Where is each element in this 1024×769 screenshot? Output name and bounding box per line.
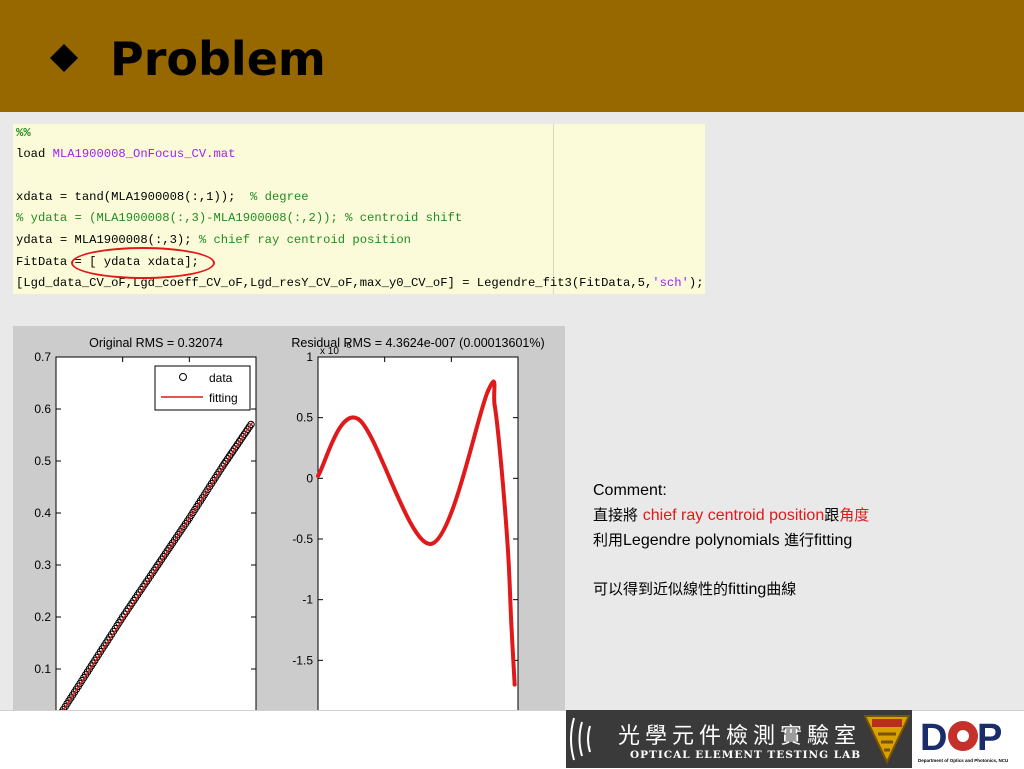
- dop-logo: DOP: [918, 713, 1014, 757]
- residual-plot-area: [317, 356, 519, 722]
- code-line-3: xdata = tand(MLA1900008(:,1)); % degree: [16, 190, 309, 204]
- comment-line-3: 利用Legendre polynomials 進行fitting: [593, 528, 869, 553]
- legend-fitting-label: fitting: [209, 391, 238, 405]
- comment-line-2: 直接將 chief ray centroid position跟角度: [593, 503, 869, 528]
- comment-text-zh4: 進行: [784, 531, 815, 549]
- highlight-ellipse: [71, 247, 215, 279]
- residual-ytick-label: 1: [306, 350, 313, 364]
- comment-heading: Comment:: [593, 482, 667, 499]
- code-comment-chief-ray: % chief ray centroid position: [198, 233, 411, 247]
- waves-logo-icon: [570, 717, 591, 761]
- code-filename: MLA1900008_OnFocus_CV.mat: [52, 147, 236, 161]
- original-ytick-label: 0.1: [34, 662, 51, 676]
- editor-margin-line: [553, 124, 554, 294]
- comment-fitting: fitting: [814, 532, 853, 549]
- original-title: Original RMS = 0.32074: [89, 336, 223, 350]
- residual-point: [492, 403, 497, 408]
- comment-red-term: chief ray centroid position: [642, 507, 825, 524]
- legend-data-label: data: [209, 371, 233, 385]
- residual-ytick-label: -1: [302, 593, 313, 607]
- code-comment-degree: % degree: [250, 190, 309, 204]
- residual-ytick-label: 0.5: [296, 411, 313, 425]
- residual-exponent-power: -6: [344, 341, 352, 350]
- residual-exponent-base: x 10: [320, 346, 339, 357]
- comment-fitting-2: fitting: [728, 581, 767, 598]
- residual-ytick-label: -0.5: [292, 532, 313, 546]
- comment-red-angle: 角度: [839, 506, 870, 524]
- code-call-end: );: [688, 276, 704, 290]
- original-plot-axes: Original RMS = 0.32074012300.10.20.30.40…: [34, 336, 259, 740]
- residual-ytick-label: -1.5: [292, 653, 313, 667]
- original-legend: data fitting: [154, 365, 251, 411]
- diamond-bullet-icon: [50, 44, 78, 72]
- university-seal-icon: [863, 715, 911, 765]
- original-ytick-label: 0.3: [34, 558, 51, 572]
- original-ytick-label: 0.6: [34, 402, 51, 416]
- code-line-5: ydata = MLA1900008(:,3); % chief ray cen…: [16, 233, 411, 247]
- cell-marker: %%: [16, 126, 31, 140]
- comment-line-4: 可以得到近似線性的fitting曲線: [593, 577, 869, 602]
- code-line-2: load MLA1900008_OnFocus_CV.mat: [16, 147, 235, 161]
- original-ytick-label: 0.7: [34, 350, 51, 364]
- residual-point: [509, 621, 514, 626]
- original-plot-area: [55, 356, 257, 722]
- comment-text-zh5: 可以得到近似線性的: [593, 580, 729, 598]
- residual-point: [356, 416, 360, 421]
- comment-text-zh1: 直接將: [593, 506, 643, 524]
- code-comment-shift: % ydata = (MLA1900008(:,3)-MLA1900008(:,…: [16, 211, 463, 225]
- code-line-1: %%: [16, 126, 31, 140]
- residual-point: [506, 549, 510, 554]
- residual-point: [316, 473, 320, 478]
- residual-point: [512, 682, 517, 687]
- code-string-sch: 'sch': [652, 276, 689, 290]
- residual-point: [499, 464, 504, 469]
- comment-text-zh3: 利用: [593, 531, 624, 549]
- residual-point: [486, 388, 490, 393]
- code-ydata: ydata = MLA1900008(:,3);: [16, 233, 199, 247]
- figure-canvas: Original RMS = 0.32074012300.10.20.30.40…: [34, 336, 544, 740]
- lab-name-english: OPTICAL ELEMENT TESTING LAB: [630, 749, 862, 761]
- code-xdata: xdata = tand(MLA1900008(:,1));: [16, 190, 251, 204]
- lab-name-chinese: 光學元件檢測實驗室: [618, 724, 862, 749]
- dop-department: Department of Optics and Photonics, NCU: [918, 758, 1009, 763]
- matlab-figure: Original RMS = 0.32074012300.10.20.30.40…: [13, 326, 565, 755]
- residual-plot-axes: Residual RMS = 4.3624e-007 (0.00013601%)…: [291, 336, 544, 740]
- code-load: load: [16, 147, 53, 161]
- slide-title: Problem: [110, 32, 326, 86]
- original-ytick-label: 0.4: [34, 506, 51, 520]
- comment-text-zh6: 曲線: [766, 580, 797, 598]
- comment-legendre: Legendre polynomials: [623, 532, 785, 549]
- residual-point: [429, 541, 434, 546]
- comment-text-zh2: 跟: [824, 506, 840, 524]
- code-line-4: % ydata = (MLA1900008(:,3)-MLA1900008(:,…: [16, 211, 462, 225]
- code-legendre-call: [Lgd_data_CV_oF,Lgd_coeff_CV_oF,Lgd_resY…: [16, 276, 653, 290]
- comment-box: Comment: 直接將 chief ray centroid position…: [593, 479, 869, 602]
- residual-ytick-label: 0: [306, 471, 313, 485]
- original-ytick-label: 0.5: [34, 454, 51, 468]
- original-ytick-label: 0.2: [34, 610, 51, 624]
- comment-blank: [593, 553, 869, 577]
